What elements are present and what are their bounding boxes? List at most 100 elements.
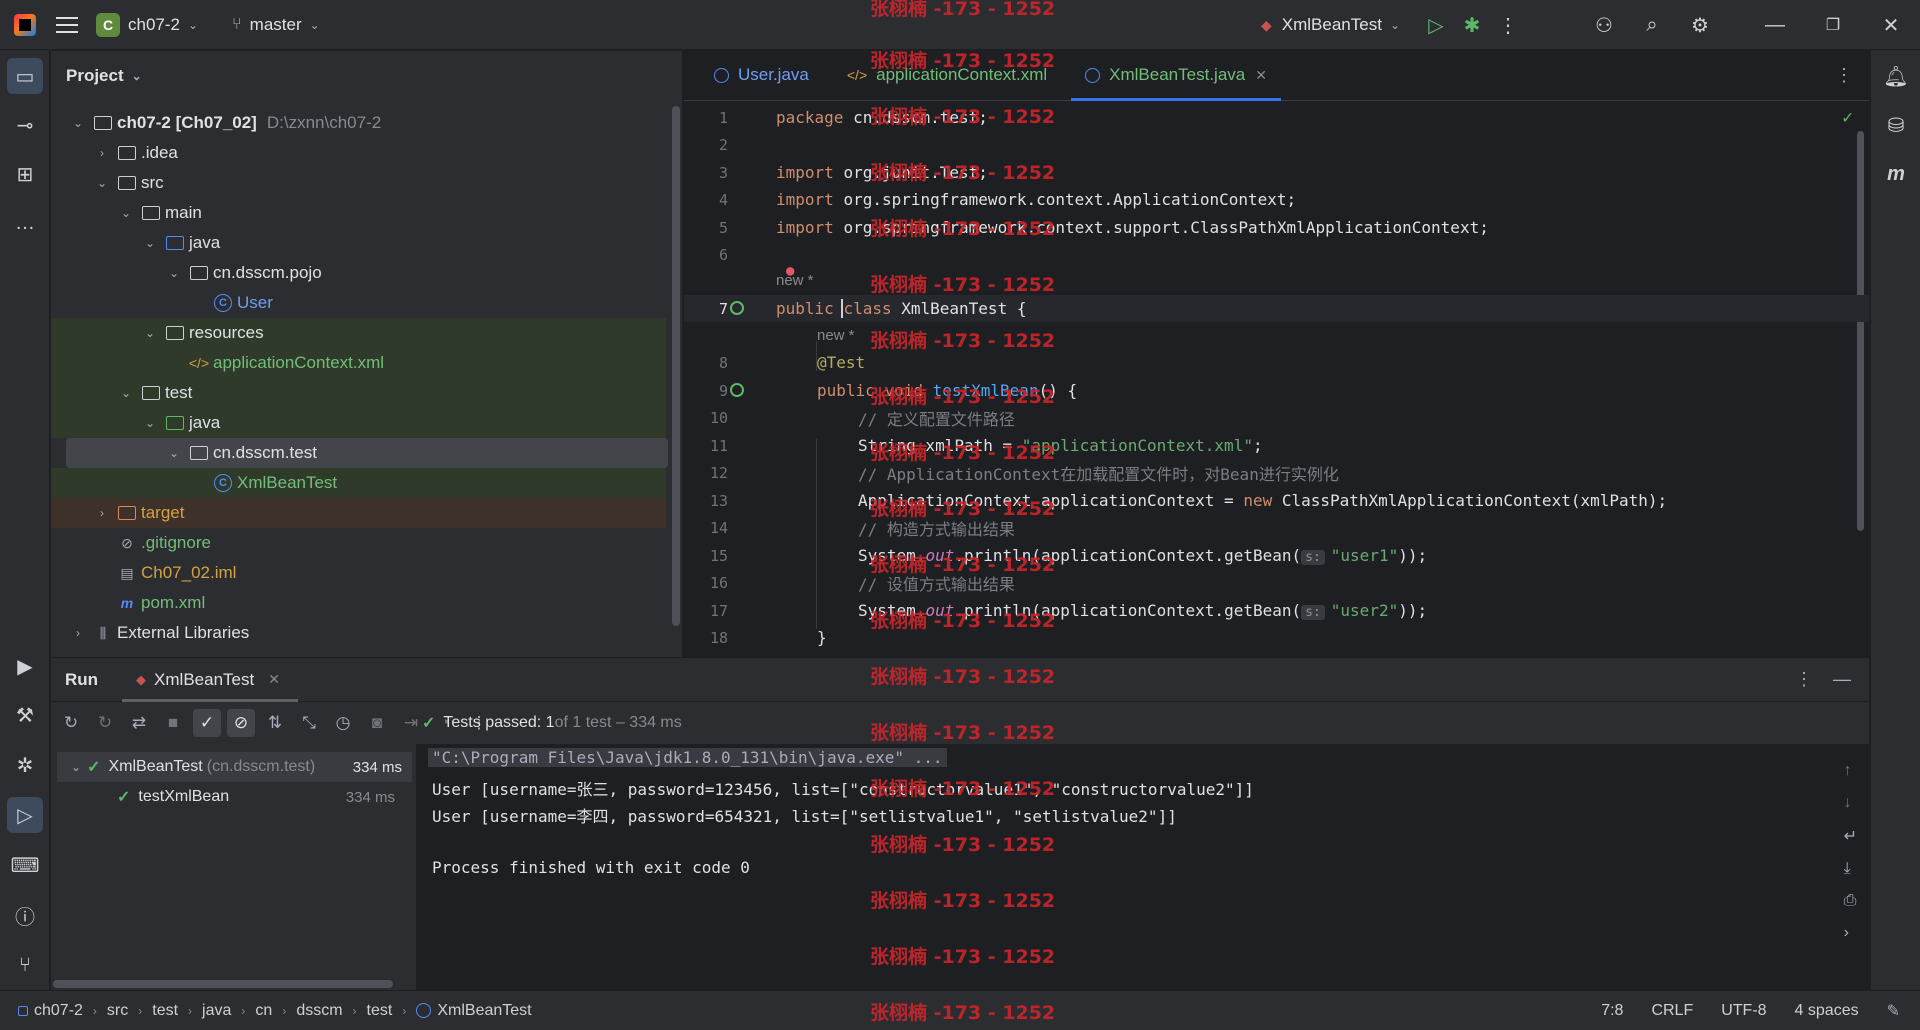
tab-actions-icon[interactable]: ⋮ — [1835, 65, 1853, 86]
show-ignored-icon[interactable]: ⊘ — [227, 709, 255, 737]
file-encoding[interactable]: UTF-8 — [1721, 1002, 1766, 1020]
build-hammer-icon[interactable]: ⚒ — [7, 697, 43, 733]
tree-item-main[interactable]: ⌄ main — [51, 198, 666, 228]
tree-item-app-context-xml[interactable]: </> applicationContext.xml — [51, 348, 666, 378]
run-tool-icon[interactable]: ▷ — [7, 797, 43, 833]
breadcrumb-item[interactable]: cn — [255, 1002, 272, 1020]
commit-icon[interactable]: ⊸ — [7, 107, 43, 143]
more-actions-icon[interactable]: ⋮ — [1490, 7, 1526, 43]
database-icon[interactable]: ⛁ — [1878, 107, 1914, 143]
breadcrumb-item[interactable]: XmlBeanTest — [437, 1002, 531, 1020]
show-passed-icon[interactable]: ✓ — [193, 709, 221, 737]
soft-wrap-icon[interactable]: ↵ — [1844, 826, 1857, 846]
author-hint[interactable]: new * — [776, 272, 814, 289]
indent-setting[interactable]: 4 spaces — [1795, 1002, 1859, 1020]
collapse-all-icon[interactable]: ⤡ — [295, 709, 323, 737]
tests-hscrollbar[interactable] — [53, 980, 393, 988]
run-test-gutter-icon[interactable] — [730, 301, 744, 315]
debug-bug-icon[interactable]: ✲ — [7, 747, 43, 783]
more-tools-icon[interactable]: … — [7, 205, 43, 241]
breadcrumb-item[interactable]: ch07-2 — [34, 1002, 83, 1020]
tree-item-package-pojo[interactable]: ⌄ cn.dsscm.pojo — [51, 258, 666, 288]
debug-icon[interactable]: ✱ — [1454, 7, 1490, 43]
tree-item-test-java[interactable]: ⌄ java — [51, 408, 666, 438]
stop-icon[interactable]: ■ — [159, 709, 187, 737]
tab-application-context-xml[interactable]: </> applicationContext.xml — [833, 50, 1061, 100]
scroll-up-icon[interactable]: ↑ — [1844, 762, 1857, 780]
tree-item-external-libraries[interactable]: › ⫼ External Libraries — [51, 618, 666, 648]
tree-item-gitignore[interactable]: ⊘ .gitignore — [51, 528, 666, 558]
line-separator[interactable]: CRLF — [1651, 1002, 1693, 1020]
close-tab-icon[interactable]: ✕ — [1255, 67, 1267, 84]
tab-xmlbeantest-java[interactable]: XmlBeanTest.java ✕ — [1071, 50, 1281, 101]
code-area[interactable]: ✓ 1 package cn.dsscm.test; 2 3 import or… — [684, 101, 1869, 657]
git-icon[interactable]: ⑂ — [7, 947, 43, 983]
project-switcher[interactable]: C ch07-2 ⌄ — [96, 12, 198, 37]
expand-more-icon[interactable]: › — [1844, 924, 1857, 942]
project-scrollbar[interactable] — [672, 106, 680, 626]
tree-item-root[interactable]: ⌄ ch07-2 [Ch07_02] D:\zxnn\ch07-2 — [51, 108, 666, 138]
toggle-auto-test-icon[interactable]: ⇄ — [125, 709, 153, 737]
code-line: 1 package cn.dsscm.test; — [684, 104, 1869, 131]
tree-item-src[interactable]: ⌄ src — [51, 168, 666, 198]
rerun-failed-icon[interactable]: ↻ — [91, 709, 119, 737]
module-icon — [18, 1005, 28, 1016]
maven-icon[interactable]: m — [1878, 156, 1914, 192]
structure-icon[interactable]: ⊞ — [7, 156, 43, 192]
run-tab-xmlbeantest[interactable]: ◆ XmlBeanTest ✕ — [122, 658, 298, 702]
settings-gear-icon[interactable]: ⚙ — [1682, 7, 1718, 43]
scroll-to-end-icon[interactable]: ⤓ — [1844, 860, 1857, 878]
close-window-icon[interactable]: ✕ — [1862, 7, 1920, 43]
print-icon[interactable]: ⎙ — [1844, 892, 1857, 910]
add-user-icon[interactable]: ⚇ — [1586, 7, 1622, 43]
run-config-selector[interactable]: ◆ XmlBeanTest ⌄ — [1261, 15, 1400, 35]
run-test-gutter-icon[interactable] — [730, 383, 744, 397]
tree-item-iml[interactable]: ▤ Ch07_02.iml — [51, 558, 666, 588]
project-panel-header[interactable]: Project ⌄ — [51, 51, 682, 101]
close-tab-icon[interactable]: ✕ — [268, 671, 280, 688]
read-only-lock-icon[interactable]: ✎ — [1887, 1001, 1900, 1021]
hide-panel-icon[interactable]: — — [1833, 669, 1851, 690]
tree-item-xmlbeantest-class[interactable]: C XmlBeanTest — [51, 468, 666, 498]
run-icon[interactable]: ▷ — [1418, 7, 1454, 43]
notifications-bell-icon[interactable]: 🔔︎ — [1878, 58, 1914, 94]
console-output[interactable]: ✓ Tests passed: 1 of 1 test – 334 ms "C:… — [416, 714, 1869, 990]
code-token: ClassPathXmlApplicationContext(xmlPath); — [1281, 491, 1668, 510]
scroll-down-icon[interactable]: ↓ — [1844, 794, 1857, 812]
author-hint[interactable]: new * — [817, 327, 855, 344]
breadcrumb-item[interactable]: dsscm — [296, 1002, 342, 1020]
breadcrumb-item[interactable]: test — [152, 1002, 178, 1020]
tree-item-test[interactable]: ⌄ test — [51, 378, 666, 408]
tab-user-java[interactable]: User.java — [700, 50, 823, 100]
minimize-icon[interactable]: — — [1746, 7, 1804, 43]
tree-item-pom[interactable]: m pom.xml — [51, 588, 666, 618]
sort-icon[interactable]: ⇅ — [261, 709, 289, 737]
tree-item-idea[interactable]: › .idea — [51, 138, 666, 168]
caret-position[interactable]: 7:8 — [1601, 1002, 1623, 1020]
project-tool-folder-icon[interactable]: ▭ — [7, 58, 43, 94]
vcs-branch-switcher[interactable]: ⑂ master ⌄ — [232, 15, 320, 35]
breadcrumb-item[interactable]: test — [367, 1002, 393, 1020]
tree-item-user-class[interactable]: C User — [51, 288, 666, 318]
run-options-icon[interactable]: ⋮ — [1795, 669, 1813, 690]
breadcrumb-item[interactable]: src — [107, 1002, 128, 1020]
code-token: out — [925, 601, 955, 620]
history-icon[interactable]: ◷ — [329, 709, 357, 737]
tree-item-package-test[interactable]: ⌄ cn.dsscm.test — [66, 438, 668, 468]
test-suite-row[interactable]: ⌄ ✓ XmlBeanTest (cn.dsscm.test) 334 ms — [57, 752, 412, 782]
terminal-icon[interactable]: ⌨ — [7, 847, 43, 883]
restore-icon[interactable]: ❐ — [1804, 7, 1862, 43]
xml-file-icon: </> — [846, 67, 868, 83]
breadcrumb-item[interactable]: java — [202, 1002, 231, 1020]
tree-item-main-java[interactable]: ⌄ java — [51, 228, 666, 258]
chevron-down-icon: ⌄ — [120, 206, 132, 220]
search-icon[interactable]: ⌕ — [1634, 7, 1670, 43]
rerun-icon[interactable]: ↻ — [57, 709, 85, 737]
tree-item-resources[interactable]: ⌄ resources — [51, 318, 666, 348]
services-icon[interactable]: ▶ — [7, 648, 43, 684]
tree-item-target[interactable]: › target — [51, 498, 666, 528]
problems-icon[interactable]: ⓘ — [7, 897, 43, 933]
test-case-row[interactable]: ✓ testXmlBean 334 ms — [51, 782, 411, 812]
screenshot-icon[interactable]: ◙ — [363, 709, 391, 737]
main-menu-icon[interactable] — [56, 16, 78, 33]
